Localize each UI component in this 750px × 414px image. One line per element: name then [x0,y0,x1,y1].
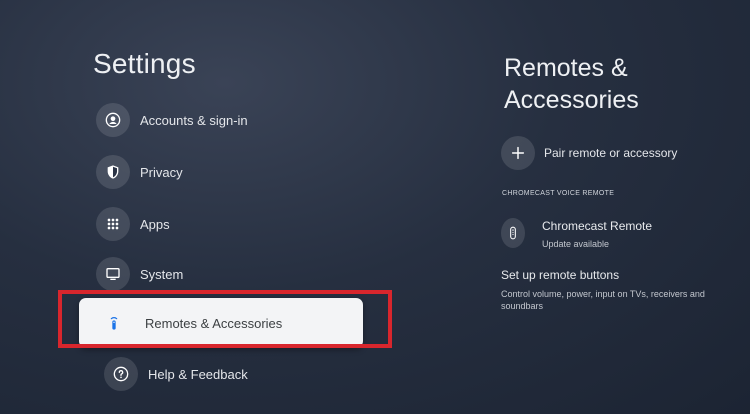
apps-grid-icon [96,207,130,241]
menu-item-label: Apps [140,216,170,232]
pair-remote-label: Pair remote or accessory [544,146,678,160]
menu-item-privacy[interactable]: Privacy [96,154,183,190]
remote-name: Chromecast Remote [542,219,653,233]
menu-item-label: System [140,266,184,282]
setup-remote-buttons-item[interactable]: Set up remote buttons [501,268,619,282]
settings-title: Settings [93,48,196,79]
help-icon [104,357,138,391]
remote-icon [97,306,131,340]
menu-item-label: Remotes & Accessories [145,315,283,331]
section-caption: CHROMECAST VOICE REMOTE [502,190,615,197]
panel-title: Remotes & Accessories [504,54,639,114]
menu-item-label: Accounts & sign-in [140,112,248,128]
chromecast-remote-item[interactable]: Chromecast Remote Update available [501,216,652,249]
menu-item-remotes-accessories[interactable]: Remotes & Accessories [79,298,363,348]
account-icon [96,103,130,137]
setup-remote-buttons-description: Control volume, power, input on TVs, rec… [501,289,705,311]
menu-item-system[interactable]: System [96,256,183,292]
menu-item-accounts[interactable]: Accounts & sign-in [96,102,248,138]
menu-item-label: Privacy [140,164,183,180]
plus-icon [501,136,535,170]
remote-device-icon [501,218,525,248]
menu-item-label: Help & Feedback [148,366,248,382]
menu-item-apps[interactable]: Apps [96,206,170,242]
pair-remote-button[interactable]: Pair remote or accessory [501,136,677,170]
menu-item-help-feedback[interactable]: Help & Feedback [104,356,248,392]
shield-icon [96,155,130,189]
tv-icon [96,257,130,291]
remote-status: Update available [542,239,610,249]
